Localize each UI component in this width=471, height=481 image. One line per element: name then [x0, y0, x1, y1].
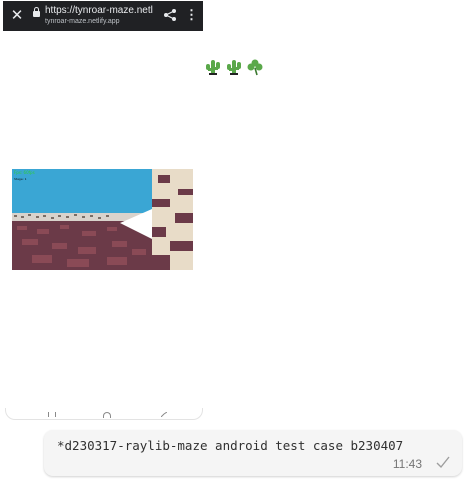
close-icon[interactable]: ✕	[9, 7, 25, 23]
share-icon[interactable]	[163, 8, 177, 22]
recents-icon[interactable]	[48, 412, 56, 417]
url-text[interactable]: https://tynroar-maze.netl...	[45, 5, 153, 16]
message-text: *d230317-raylib-maze android test case b…	[57, 438, 404, 453]
game-screenshot: Fps: 60fps Stage: 1	[12, 169, 193, 270]
phone-nav-bar	[5, 408, 203, 420]
browser-toolbar: ✕ https://tynroar-maze.netl... tynroar-m…	[3, 1, 203, 31]
cactus-icon	[206, 60, 220, 75]
domain-text: tynroar-maze.netlify.app	[45, 18, 120, 25]
fps-label: Fps: 60fps	[14, 170, 35, 175]
message-timestamp: 11:43	[392, 457, 422, 471]
checkmark-icon	[436, 456, 450, 469]
maze-scene	[12, 169, 193, 270]
stage-label: Stage: 1	[14, 177, 27, 181]
lock-icon	[33, 7, 40, 17]
cactus-icon	[227, 60, 241, 75]
home-icon[interactable]	[103, 412, 111, 418]
message-bubble[interactable]: *d230317-raylib-maze android test case b…	[44, 430, 462, 476]
shamrock-icon	[247, 59, 263, 76]
emoji-row	[204, 58, 268, 78]
more-vert-icon[interactable]: ⋮	[185, 7, 198, 23]
back-icon[interactable]	[161, 412, 167, 417]
